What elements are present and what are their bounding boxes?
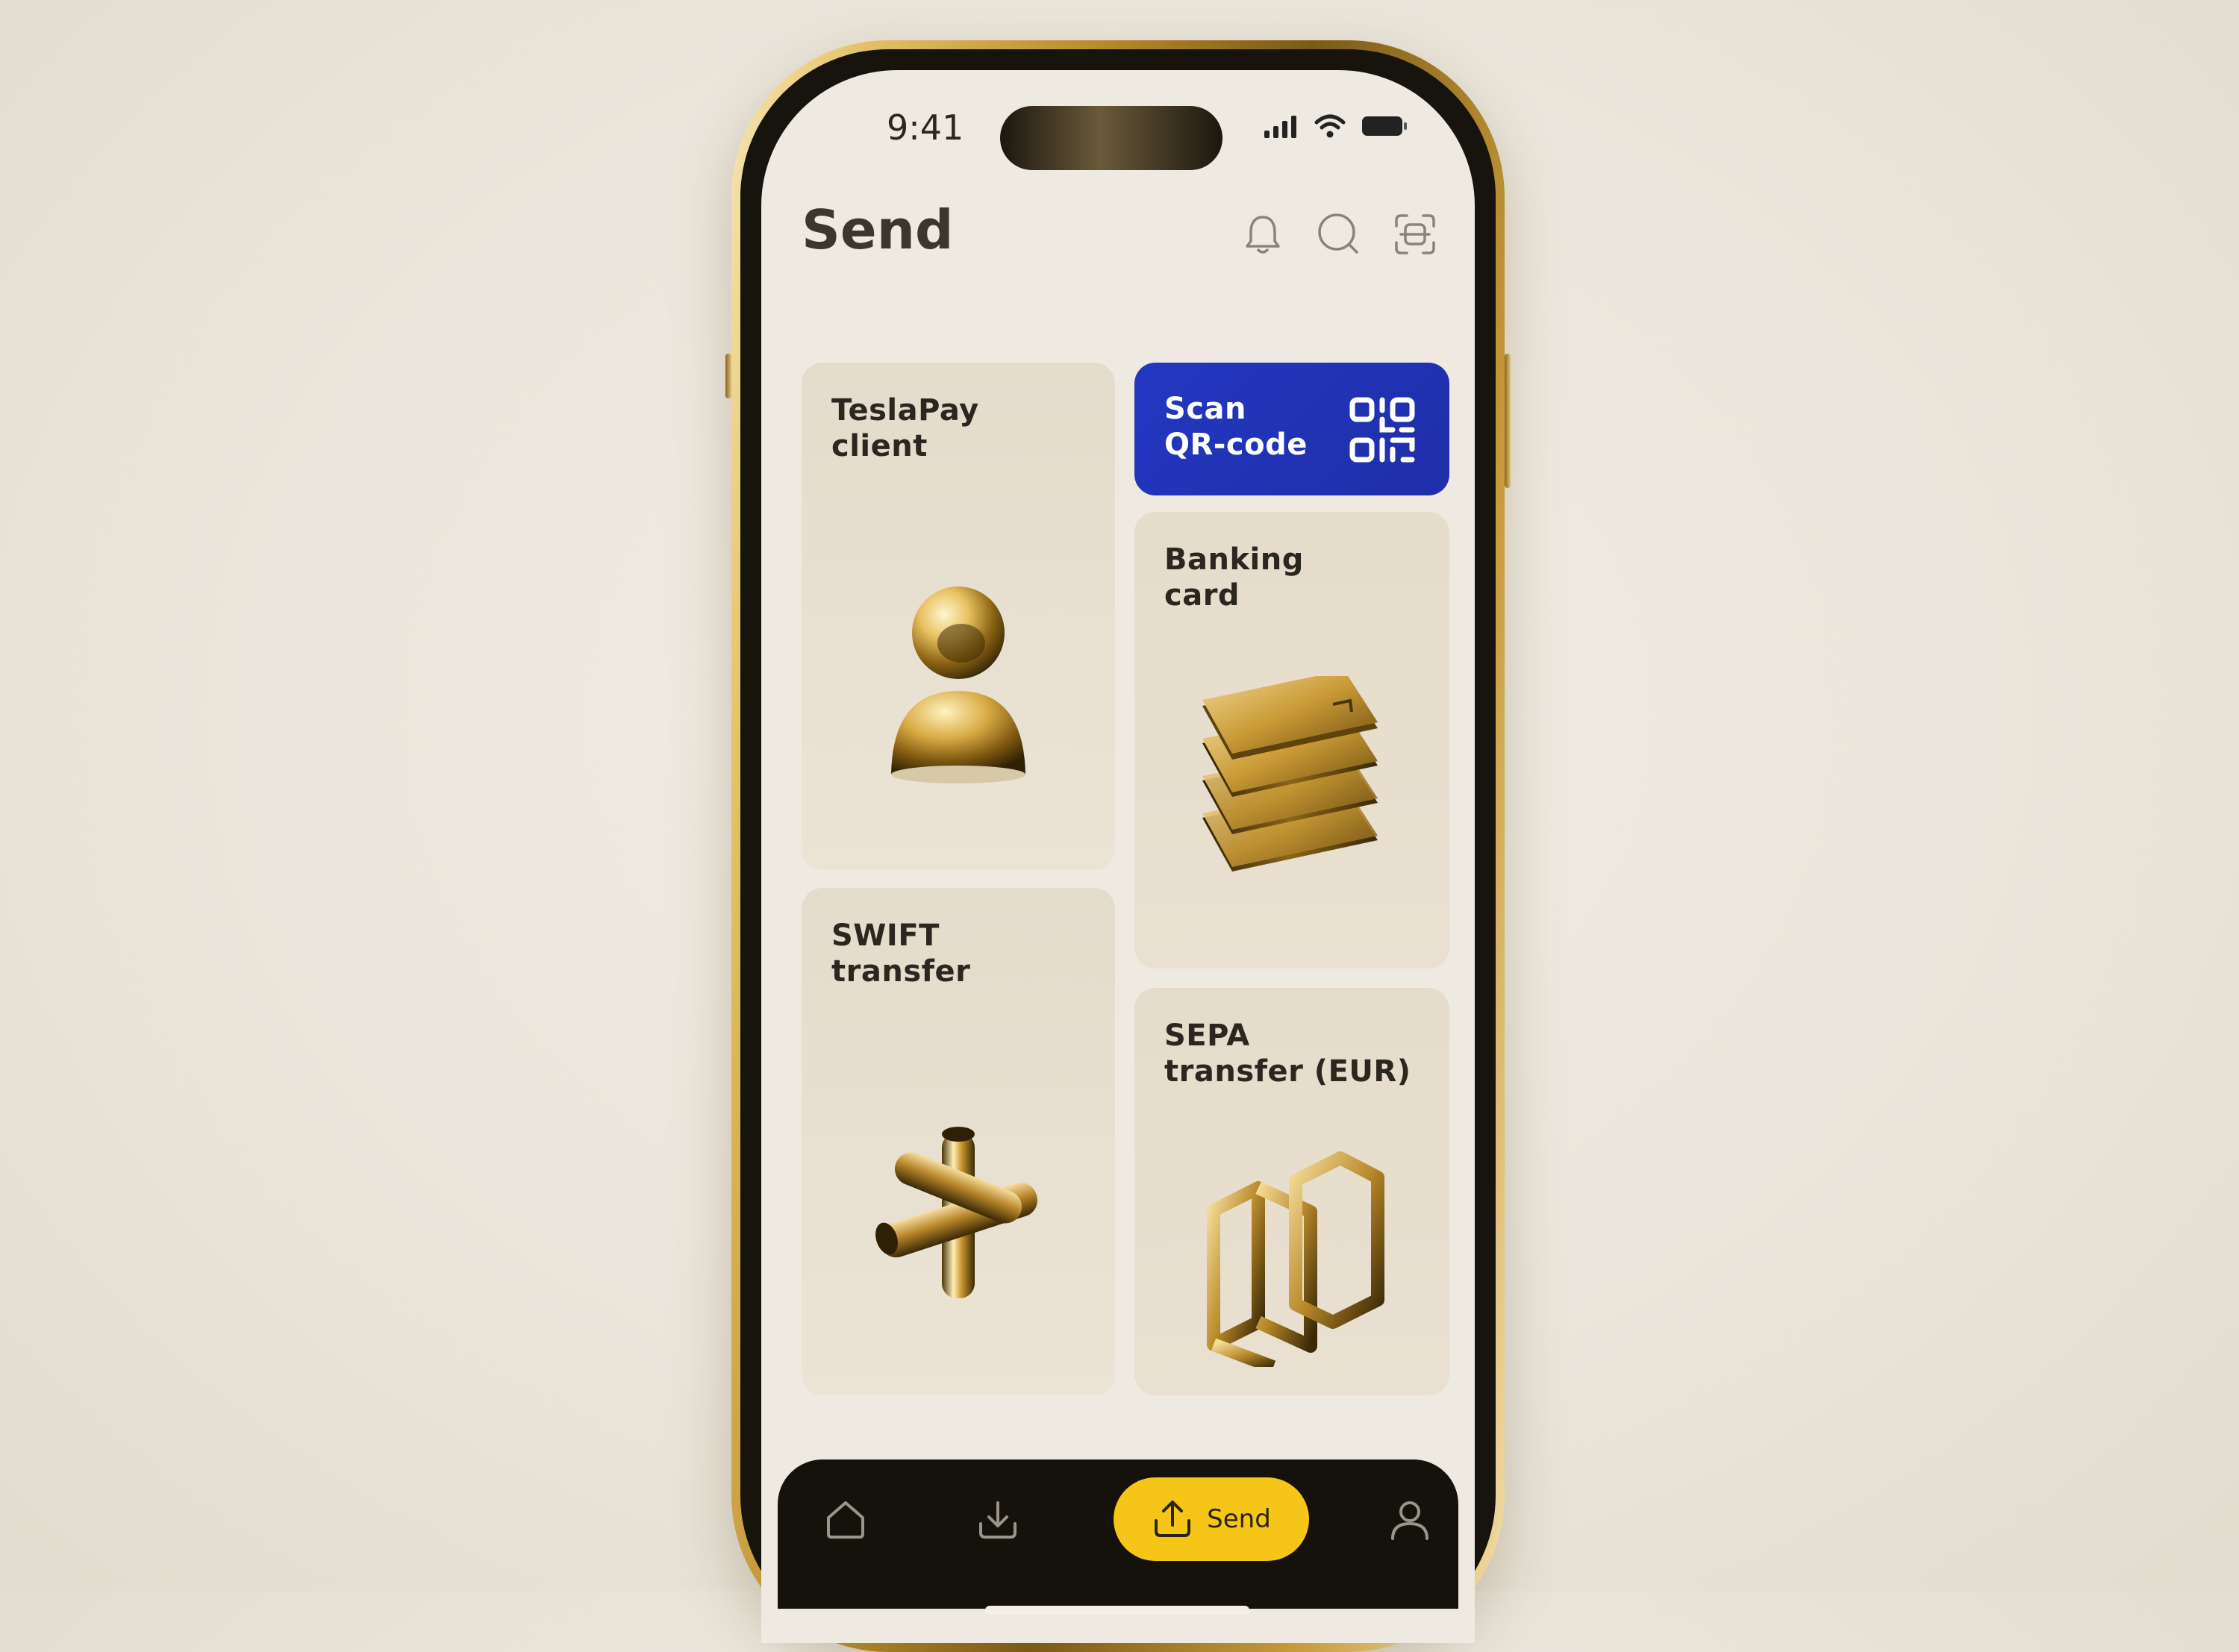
- send-icon: [1155, 1501, 1191, 1537]
- page-title: Send: [802, 198, 954, 261]
- bell-icon[interactable]: [1240, 212, 1285, 257]
- cross-pipe-icon: [802, 1119, 1115, 1313]
- status-icons: [1263, 113, 1408, 139]
- home-indicator: [985, 1606, 1249, 1615]
- card-banking-label: Banking card: [1164, 542, 1304, 613]
- user-icon: [802, 579, 1115, 788]
- phone-bezel: 9:41 Send TeslaPay client Scan QR-code B…: [740, 49, 1496, 1643]
- scan-icon[interactable]: [1393, 212, 1437, 257]
- status-time: 9:41: [887, 107, 964, 148]
- profile-icon[interactable]: [1376, 1486, 1443, 1554]
- search-icon[interactable]: [1317, 212, 1361, 257]
- qr-code-icon: [1348, 395, 1417, 467]
- phone-screen: 9:41 Send TeslaPay client Scan QR-code B…: [761, 70, 1475, 1643]
- bottom-nav: Send: [778, 1459, 1458, 1609]
- header-actions: [1240, 212, 1437, 257]
- card-banking-card[interactable]: Banking card: [1134, 512, 1449, 969]
- card-sepa-label: SEPA transfer (EUR): [1164, 1019, 1411, 1089]
- home-icon[interactable]: [812, 1486, 879, 1554]
- phone-power-button: [1505, 354, 1511, 488]
- nav-send-button[interactable]: Send: [1114, 1477, 1309, 1561]
- wifi-icon: [1314, 114, 1346, 138]
- nav-send-label: Send: [1207, 1504, 1271, 1534]
- card-stack-icon: [1134, 676, 1449, 900]
- card-swift-transfer[interactable]: SWIFT transfer: [802, 888, 1115, 1395]
- phone-action-button: [725, 354, 731, 398]
- card-teslapay-label: TeslaPay client: [831, 393, 979, 463]
- card-teslapay-client[interactable]: TeslaPay client: [802, 363, 1115, 870]
- receive-icon[interactable]: [964, 1486, 1031, 1554]
- card-scan-qr[interactable]: Scan QR-code: [1134, 363, 1449, 495]
- phone-frame: 9:41 Send TeslaPay client Scan QR-code B…: [725, 40, 1511, 1652]
- battery-icon: [1362, 116, 1407, 136]
- card-sepa-transfer[interactable]: SEPA transfer (EUR): [1134, 988, 1449, 1395]
- card-swift-label: SWIFT transfer: [831, 919, 971, 989]
- cellular-signal-icon: [1264, 116, 1296, 138]
- cube-frame-icon: [1134, 1151, 1449, 1367]
- dynamic-island: [1000, 106, 1222, 170]
